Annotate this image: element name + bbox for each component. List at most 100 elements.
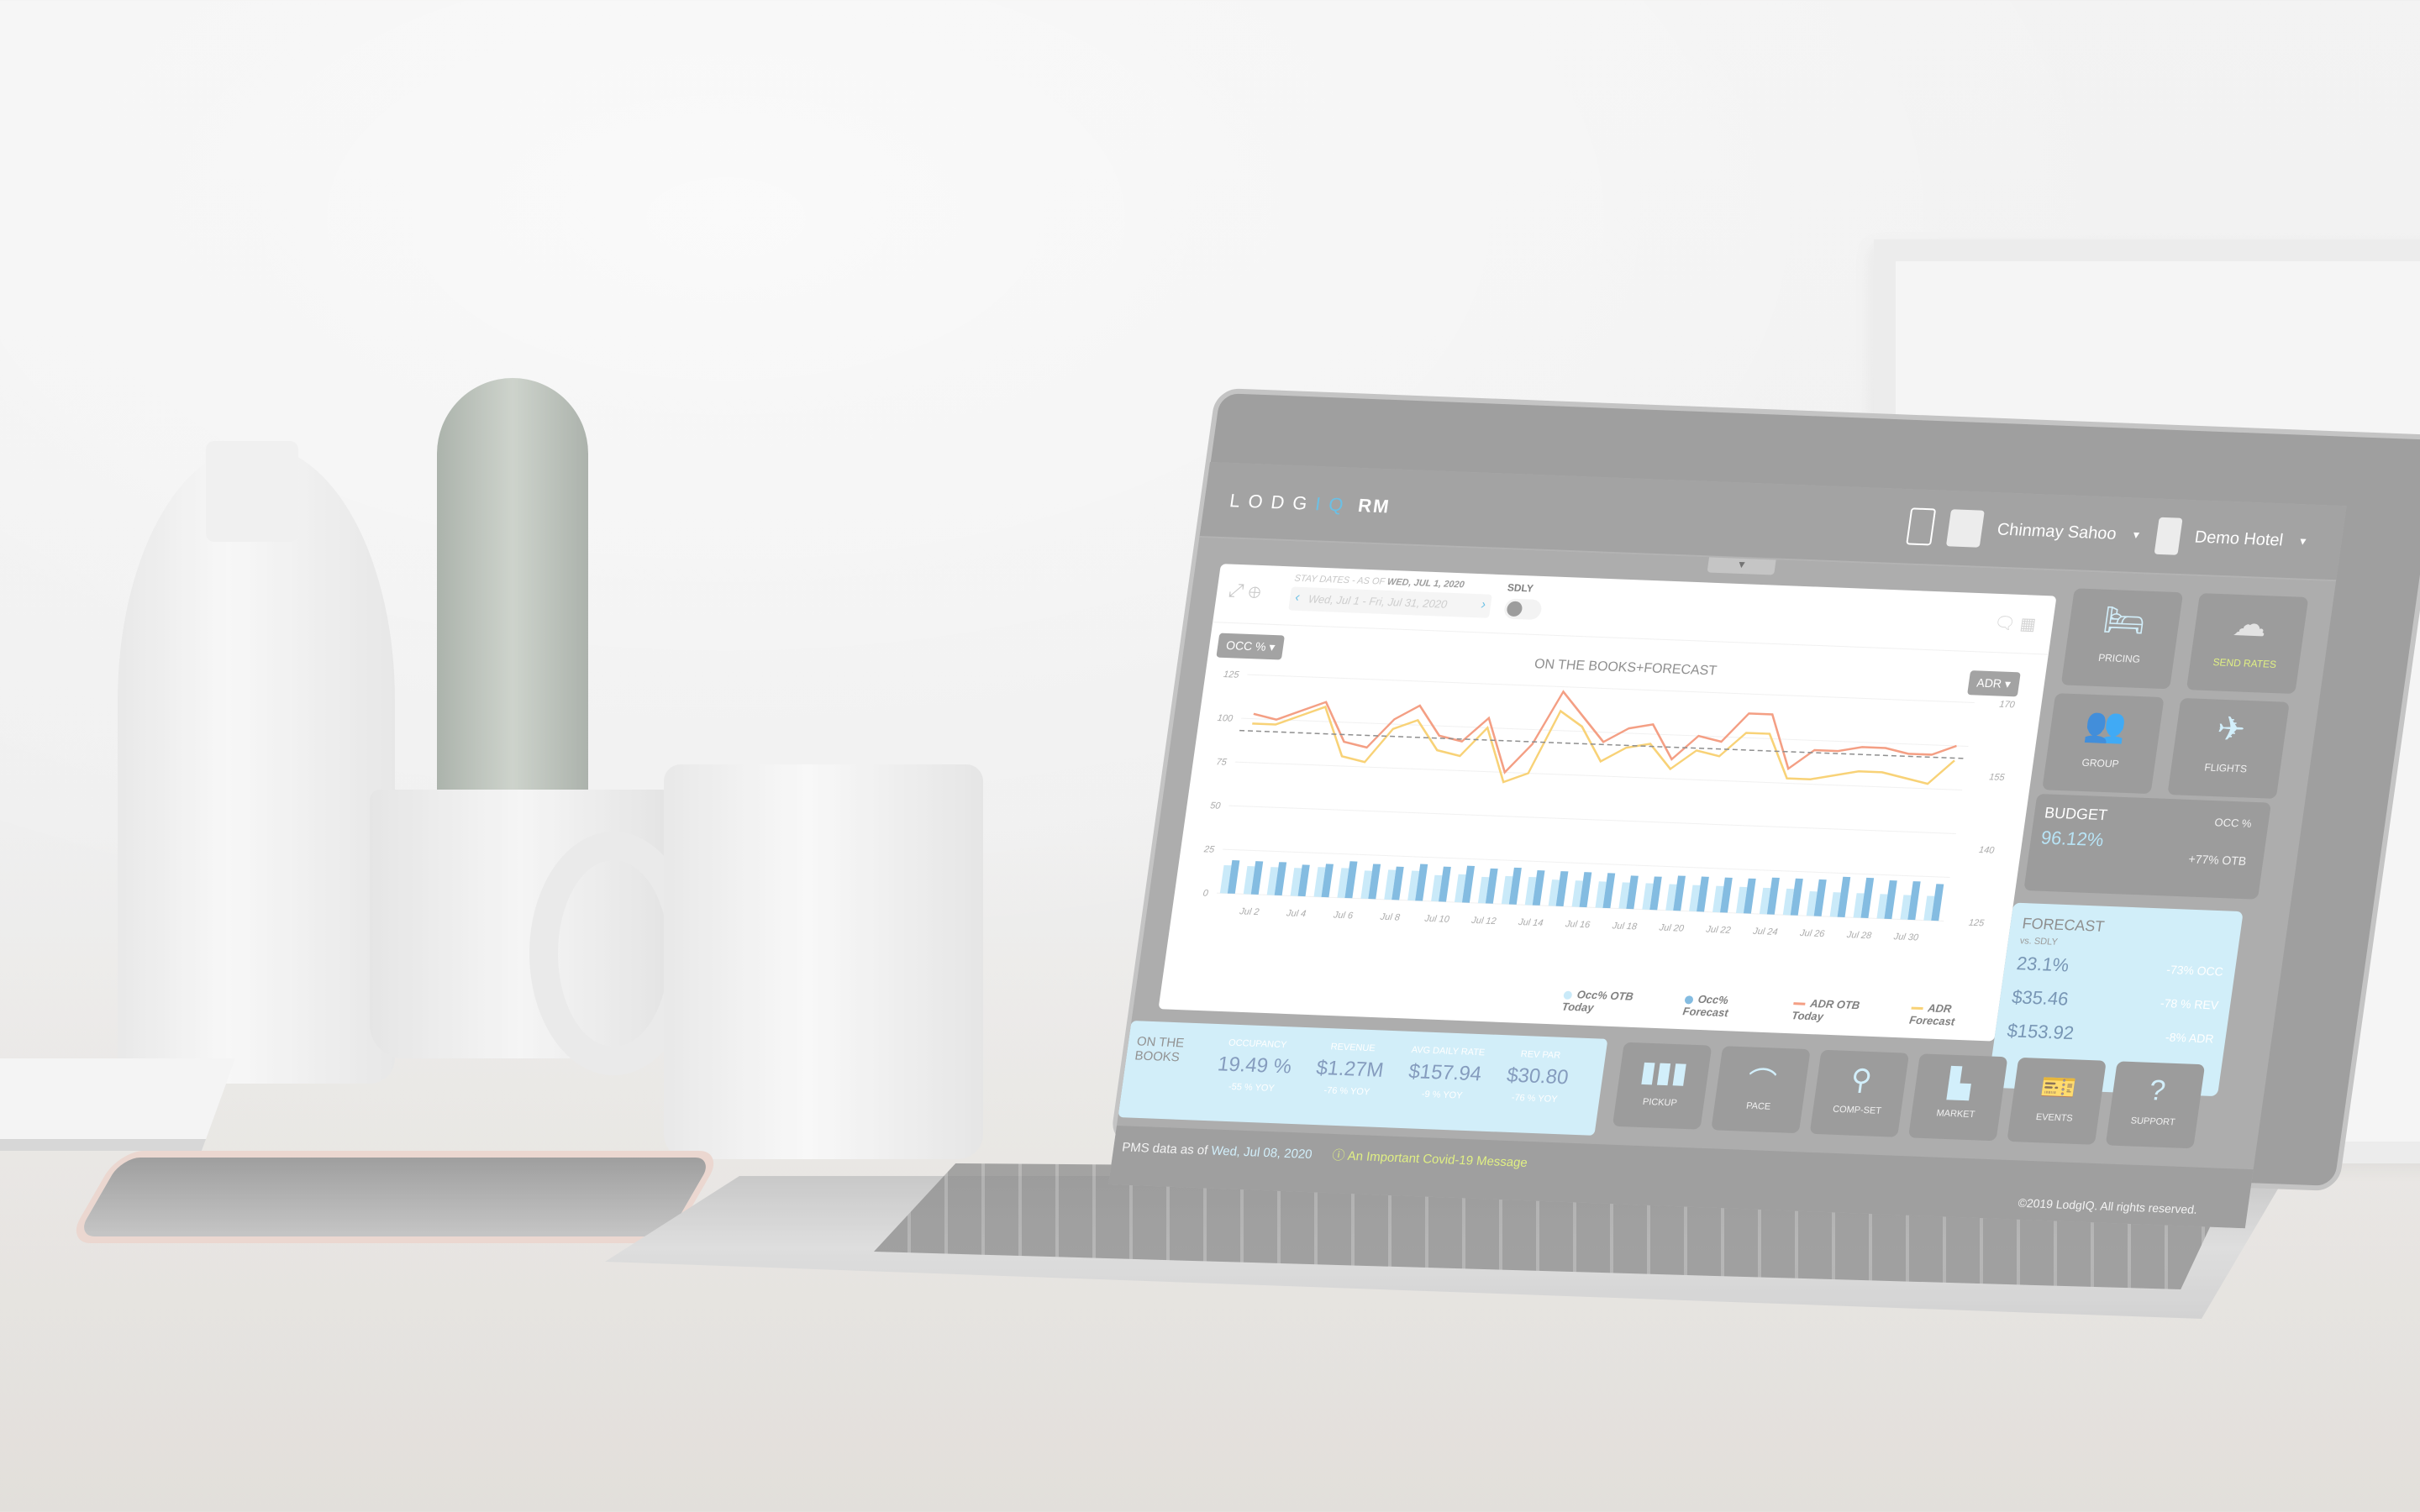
x-tick-label: Jul 12 <box>1470 916 1497 927</box>
x-tick-label: Jul 8 <box>1379 912 1402 923</box>
curve-icon: ⌒ <box>1745 1066 1779 1100</box>
y-left-tick-label: 75 <box>1216 757 1228 767</box>
bar-chart-icon: ▮▮▮ <box>1638 1055 1690 1089</box>
x-tick-label: Jul 18 <box>1611 921 1639 932</box>
otb-forecast-chart: 0 25 50 75 100 125 125 140 155 170 Jul 2 Jul 4 Jul 6… <box>1202 669 2017 942</box>
legend-adr-forecast[interactable]: ADR Forecast <box>1908 1001 1999 1030</box>
adr-metric-dropdown[interactable]: ADR ▾ <box>1966 670 2021 697</box>
pricing-bed-icon: 🛏 <box>2101 601 2149 640</box>
y-right-tick-label: 140 <box>1978 845 1996 856</box>
x-tick-label: Jul 24 <box>1751 927 1778 937</box>
x-tick-label: Jul 4 <box>1285 908 1307 919</box>
logo-text-q: Q <box>1327 493 1354 516</box>
budget-value: 96.12% <box>2039 827 2106 851</box>
pricing-tile[interactable]: 🛏 PRICING <box>2060 588 2184 690</box>
gridline <box>1228 805 1956 834</box>
x-tick-label: Jul 16 <box>1564 919 1591 930</box>
hotel-name[interactable]: Demo Hotel <box>2193 528 2284 550</box>
collapse-toggle-icon[interactable]: ▼ <box>1707 557 1776 575</box>
user-name[interactable]: Chinmay Sahoo <box>1996 520 2118 543</box>
x-tick-label: Jul 6 <box>1332 911 1355 921</box>
x-tick-label: Jul 26 <box>1798 928 1826 939</box>
prev-arrow-icon[interactable]: ‹ <box>1294 591 1301 606</box>
budget-metric: OCC % <box>2213 816 2253 830</box>
hotel-building-icon <box>2154 517 2183 555</box>
reference-dashed-line <box>1239 729 1967 759</box>
comp-set-tile[interactable]: ⚲ COMP-SET <box>1809 1049 1910 1137</box>
y-left-tick-label: 0 <box>1202 888 1210 898</box>
smartphone <box>66 1151 724 1243</box>
user-caret-icon[interactable]: ▼ <box>2130 529 2142 541</box>
cactus <box>437 378 588 806</box>
chart-legend: Occ% OTB Today Occ% Forecast ADR OTB Tod… <box>1561 988 1999 1030</box>
mug <box>664 764 983 1159</box>
notebook <box>0 1058 236 1151</box>
help-bubble-icon: ? <box>2147 1074 2168 1107</box>
ticket-icon: 🎫 <box>2039 1071 2079 1105</box>
pms-label: PMS data as of <box>1121 1140 1213 1158</box>
lodgiq-logo[interactable]: LODGIQ RM <box>1228 490 1392 517</box>
grid-table-icon[interactable]: ▦ <box>2018 615 2037 634</box>
airplane-icon: ✈ <box>2214 710 2249 749</box>
x-tick-label: Jul 28 <box>1845 930 1873 941</box>
laptop-screen: LODGIQ RM Chinmay Sahoo ▼ Demo Hotel ▼ ▼ ⤢… <box>1108 462 2347 1229</box>
on-the-books-label: ON THE BOOKS <box>1134 1034 1186 1065</box>
y-right-tick-label: 170 <box>1999 700 2017 711</box>
notebook-icon[interactable] <box>1906 507 1937 546</box>
x-tick-label: Jul 30 <box>1892 932 1920 942</box>
y-right-tick-label: 155 <box>1988 772 2006 783</box>
x-tick-label: Jul 14 <box>1517 917 1544 928</box>
forecast-row: $153.92 -8% ADR <box>2006 1020 2215 1046</box>
sdly-toggle[interactable] <box>1502 598 1543 621</box>
kpi-revpar: REV PAR $30.80 -76 % YOY <box>1505 1049 1570 1105</box>
budget-card[interactable]: BUDGET 96.12% OCC % +77% OTB <box>2023 793 2271 900</box>
expand-icon[interactable]: ⤢ <box>1228 580 1245 601</box>
y-left-tick-label: 100 <box>1217 713 1234 724</box>
kpi-revenue: REVENUE $1.27M -76 % YOY <box>1314 1042 1386 1098</box>
send-rates-tile[interactable]: ☁ SEND RATES <box>2186 593 2309 695</box>
occ-metric-dropdown[interactable]: OCC % ▾ <box>1216 633 1286 660</box>
y-left-tick-label: 50 <box>1209 801 1222 811</box>
zoom-in-icon[interactable]: ⊕ <box>1247 580 1262 602</box>
x-tick-label: Jul 10 <box>1423 914 1451 925</box>
budget-otb: +77% OTB <box>2187 852 2248 868</box>
group-icon: 👥 <box>2082 706 2129 745</box>
y-right-tick-label: 125 <box>1968 918 1986 929</box>
group-tile[interactable]: 👥 GROUP <box>2042 693 2165 795</box>
skyline-icon: ▙ <box>1946 1067 1974 1100</box>
copyright: ©2019 LodgIQ. All rights reserved. <box>2017 1195 2199 1216</box>
vase-neck <box>206 441 298 542</box>
date-range-picker[interactable]: ‹ Wed, Jul 1 - Fri, Jul 31, 2020 › <box>1288 586 1492 618</box>
legend-adr-otb[interactable]: ADR OTB Today <box>1791 996 1893 1026</box>
legend-occ-forecast[interactable]: Occ% Forecast <box>1682 992 1776 1021</box>
logo-text: LODG <box>1228 490 1318 515</box>
legend-occ-otb[interactable]: Occ% OTB Today <box>1561 988 1667 1017</box>
covid-message-link[interactable]: ⓘ An Important Covid-19 Message <box>1331 1148 1528 1170</box>
user-avatar-icon[interactable] <box>1946 509 1986 548</box>
y-left-tick-label: 25 <box>1202 844 1216 855</box>
line-adr-otb-today <box>1253 690 1957 774</box>
events-tile[interactable]: 🎫 EVENTS <box>2007 1057 2107 1145</box>
comment-icon[interactable]: 🗨 <box>1993 614 2017 633</box>
gridline <box>1247 674 1975 703</box>
cloud-upload-icon: ☁ <box>2230 605 2270 644</box>
next-arrow-icon[interactable]: › <box>1480 597 1487 612</box>
kpi-adr: AVG DAILY RATE $157.94 -9 % YOY <box>1407 1044 1486 1101</box>
y-left-tick-label: 125 <box>1223 669 1240 680</box>
market-tile[interactable]: ▙ MARKET <box>1907 1053 2008 1142</box>
gridline <box>1234 761 1963 790</box>
chart-panel: ⤢ ⊕ STAY DATES - AS OF WED, JUL 1, 2020 … <box>1158 564 2057 1042</box>
x-tick-label: Jul 2 <box>1238 906 1260 917</box>
pickup-tile[interactable]: ▮▮▮ PICKUP <box>1612 1042 1712 1130</box>
x-tick-label: Jul 22 <box>1705 925 1732 936</box>
support-tile[interactable]: ? SUPPORT <box>2105 1061 2206 1149</box>
hotel-caret-icon[interactable]: ▼ <box>2297 535 2309 547</box>
flights-tile[interactable]: ✈ FLIGHTS <box>2167 697 2290 799</box>
forecast-row: $35.46 -78 % REV <box>2010 986 2220 1012</box>
on-the-books-strip: ON THE BOOKS OCCUPANCY 19.49 % -55 % YOY R… <box>1118 1021 1608 1136</box>
map-pins-icon: ⚲ <box>1849 1063 1875 1097</box>
pace-tile[interactable]: ⌒ PACE <box>1711 1046 1811 1134</box>
pms-date: Wed, Jul 08, 2020 <box>1210 1143 1313 1163</box>
kpi-occupancy: OCCUPANCY 19.49 % -55 % YOY <box>1216 1037 1293 1094</box>
x-tick-label: Jul 20 <box>1658 923 1686 934</box>
